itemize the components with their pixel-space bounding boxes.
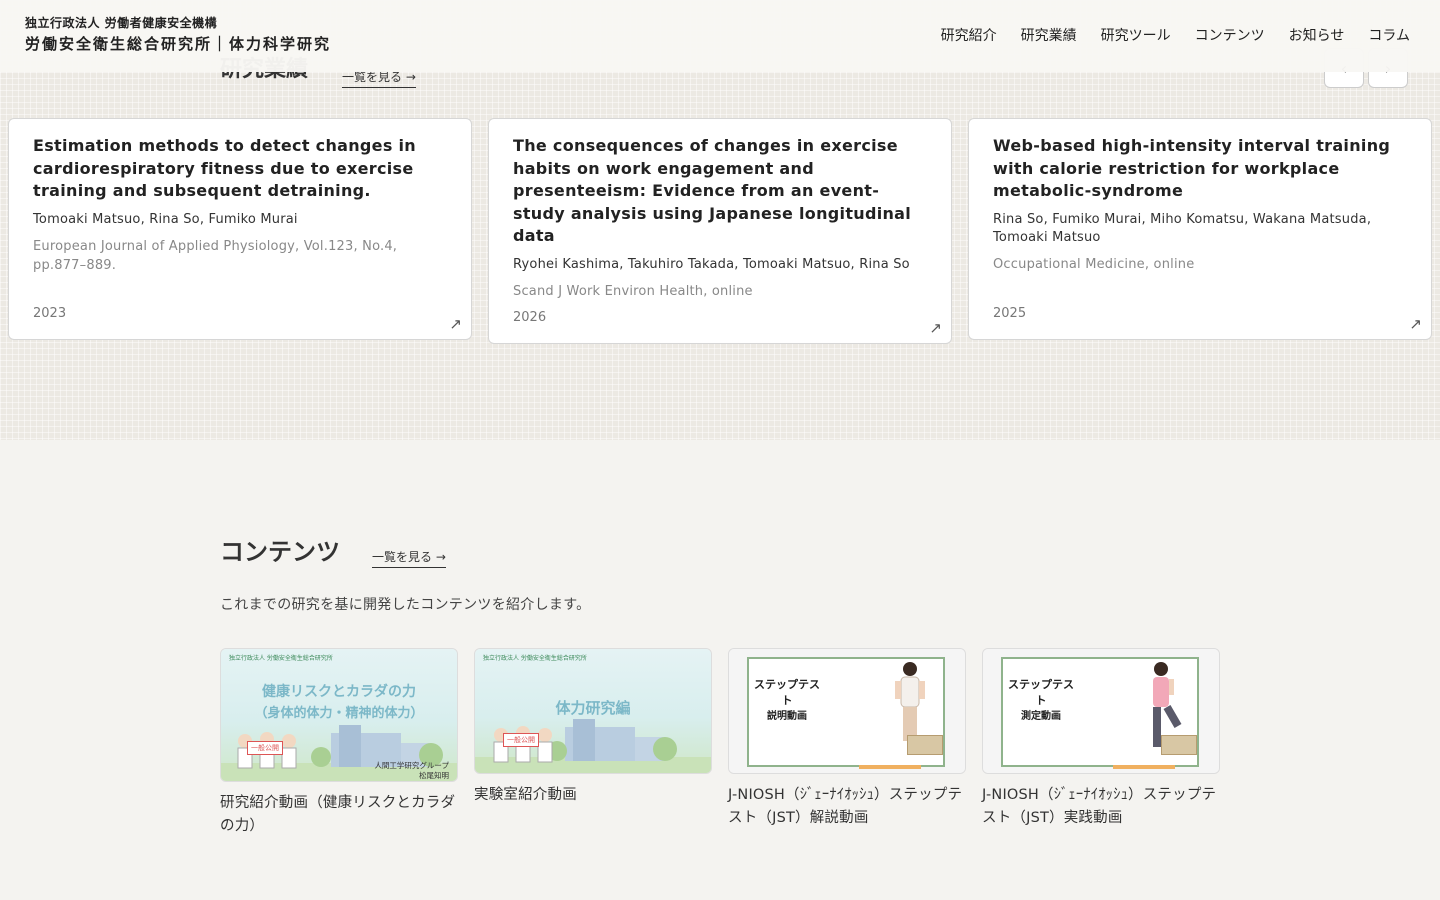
content-thumbnail: ステップテスト 説明動画 xyxy=(728,648,966,774)
contents-description: これまでの研究を基に開発したコンテンツを紹介します。 xyxy=(220,597,591,613)
thumb-footer-group: 人間工学研究グループ xyxy=(374,761,449,770)
nav-item-achievements[interactable]: 研究業績 xyxy=(1021,26,1077,46)
thumb-step-title: ステップテスト 測定動画 xyxy=(1003,677,1079,725)
nav-item-news[interactable]: お知らせ xyxy=(1289,26,1345,46)
thumb-footer-name: 松尾知明 xyxy=(419,771,449,780)
thumb-heading: 健康リスクとカラダの力 xyxy=(262,684,416,700)
thumb-step-heading: ステップテスト xyxy=(1008,678,1074,707)
thumb-footer: 人間工学研究グループ 松尾知明 xyxy=(374,761,449,781)
content-card-label: 実験室紹介動画 xyxy=(474,787,577,803)
card-title: The consequences of changes in exercise … xyxy=(513,136,912,245)
achievement-card[interactable]: The consequences of changes in exercise … xyxy=(488,118,952,344)
content-thumbnail: 独立行政法人 労働安全衛生総合研究所 健康リスクとカラダの力 （身体的体力・精神… xyxy=(220,648,458,782)
external-arrow-icon: ↗ xyxy=(929,319,942,337)
card-journal: Occupational Medicine, online xyxy=(993,256,1195,272)
external-arrow-icon: ↗ xyxy=(449,315,462,333)
thumb-sign: 一般公開 xyxy=(247,741,283,755)
thumb-org-label: 独立行政法人 労働安全衛生総合研究所 xyxy=(483,655,587,662)
site-logo[interactable]: 独立行政法人 労働者健康安全機構 労働安全衛生総合研究所｜体力科学研究 xyxy=(25,15,331,55)
content-card[interactable]: ステップテスト 説明動画 J-NIOSH（ｼﾞｪｰﾅｲｵｯｼｭ）ステップテスト（… xyxy=(728,648,966,830)
thumb-step-heading: ステップテスト xyxy=(754,678,820,707)
card-title: Web-based high-intensity interval traini… xyxy=(993,136,1391,200)
card-journal: European Journal of Applied Physiology, … xyxy=(33,238,398,273)
site-header: 独立行政法人 労働者健康安全機構 労働安全衛生総合研究所｜体力科学研究 研究紹介… xyxy=(0,0,1440,72)
nav-item-research-intro[interactable]: 研究紹介 xyxy=(941,26,997,46)
contents-section: コンテンツ 一覧を見る → これまでの研究を基に開発したコンテンツを紹介します。… xyxy=(0,440,1440,900)
step-box-illustration xyxy=(907,735,943,755)
content-card-label: 研究紹介動画（健康リスクとカラダの力） xyxy=(220,795,456,834)
content-card-label: J-NIOSH（ｼﾞｪｰﾅｲｵｯｼｭ）ステップテスト（JST）解説動画 xyxy=(728,787,963,826)
card-authors: Tomoaki Matsuo, Rina So, Fumiko Murai xyxy=(33,211,298,227)
external-arrow-icon: ↗ xyxy=(1409,315,1422,333)
global-nav: 研究紹介 研究業績 研究ツール コンテンツ お知らせ コラム xyxy=(917,26,1410,46)
nav-item-contents[interactable]: コンテンツ xyxy=(1195,26,1265,46)
thumb-step-subheading: 説明動画 xyxy=(767,711,807,722)
content-card[interactable]: 独立行政法人 労働安全衛生総合研究所 健康リスクとカラダの力 （身体的体力・精神… xyxy=(220,648,458,838)
card-year: 2023 xyxy=(33,306,67,321)
content-card-label: J-NIOSH（ｼﾞｪｰﾅｲｵｯｼｭ）ステップテスト（JST）実践動画 xyxy=(982,787,1217,826)
thumb-sign: 一般公開 xyxy=(503,733,539,747)
thumb-step-title: ステップテスト 説明動画 xyxy=(749,677,825,725)
achievement-card[interactable]: Web-based high-intensity interval traini… xyxy=(968,118,1432,340)
content-card[interactable]: ステップテスト 測定動画 J-NIOSH（ｼﾞｪｰﾅｲｵｯｼｭ）ステップテスト（… xyxy=(982,648,1220,830)
step-box-illustration xyxy=(1161,735,1197,755)
contents-title: コンテンツ xyxy=(220,538,340,566)
thumb-org-label: 独立行政法人 労働安全衛生総合研究所 xyxy=(229,655,333,662)
card-journal: Scand J Work Environ Health, online xyxy=(513,283,753,299)
content-card[interactable]: 独立行政法人 労働安全衛生総合研究所 体力研究編 一般公開 実験室紹介動画 xyxy=(474,648,712,807)
achievement-card[interactable]: Estimation methods to detect changes in … xyxy=(8,118,472,340)
contents-header: コンテンツ 一覧を見る → xyxy=(220,534,446,570)
nav-item-research-tools[interactable]: 研究ツール xyxy=(1101,26,1171,46)
card-year: 2026 xyxy=(513,310,547,325)
thumb-step-subheading: 測定動画 xyxy=(1021,711,1061,722)
card-year: 2025 xyxy=(993,306,1027,321)
card-title: Estimation methods to detect changes in … xyxy=(33,136,416,200)
card-authors: Ryohei Kashima, Takuhiro Takada, Tomoaki… xyxy=(513,256,910,272)
card-authors: Rina So, Fumiko Murai, Miho Komatsu, Wak… xyxy=(993,211,1372,245)
content-thumbnail: 独立行政法人 労働安全衛生総合研究所 体力研究編 一般公開 xyxy=(474,648,712,774)
content-thumbnail: ステップテスト 測定動画 xyxy=(982,648,1220,774)
nav-item-column[interactable]: コラム xyxy=(1368,26,1410,46)
logo-org-sub: 独立行政法人 労働者健康安全機構 xyxy=(25,16,218,30)
logo-org-main: 労働安全衛生総合研究所｜体力科学研究 xyxy=(25,35,332,53)
contents-more-link[interactable]: 一覧を見る → xyxy=(372,549,446,568)
